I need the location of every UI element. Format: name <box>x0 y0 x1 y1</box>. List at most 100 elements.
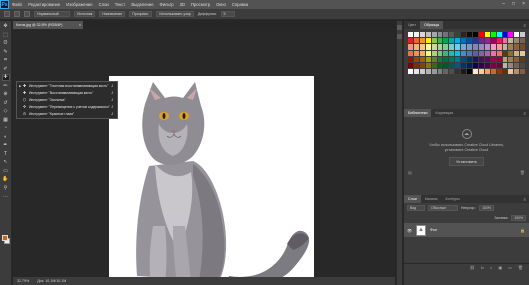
color-swatch[interactable] <box>431 38 437 44</box>
color-swatch[interactable] <box>413 38 419 44</box>
layer-mask-icon[interactable]: ▣ <box>498 265 502 270</box>
library-list-icon[interactable]: ▤ <box>408 170 412 175</box>
panel-menu-icon[interactable]: ≡ <box>524 109 526 117</box>
history-brush-tool-icon[interactable]: ↺ <box>2 99 10 106</box>
blur-tool-icon[interactable]: ◔ <box>2 125 10 132</box>
color-swatch[interactable] <box>419 50 425 56</box>
color-swatch[interactable] <box>425 38 431 44</box>
maximize-button[interactable]: □ <box>512 1 515 7</box>
color-swatch[interactable] <box>443 32 449 38</box>
color-swatch[interactable] <box>455 62 461 69</box>
mode-select[interactable]: Нормальный <box>34 11 70 17</box>
color-swatch[interactable] <box>496 44 502 50</box>
color-swatch[interactable] <box>472 69 478 75</box>
use-pattern-button[interactable]: Использовать узор <box>156 11 194 17</box>
menu-help[interactable]: Справка <box>229 2 251 7</box>
color-swatch[interactable] <box>437 44 443 50</box>
color-swatch[interactable] <box>502 44 508 50</box>
color-swatch[interactable] <box>437 69 443 75</box>
color-swatch[interactable] <box>455 44 461 50</box>
color-swatch[interactable] <box>419 62 425 69</box>
color-swatch[interactable] <box>520 62 526 69</box>
color-swatch[interactable] <box>449 38 455 44</box>
lasso-tool-icon[interactable]: ʘ <box>2 40 10 47</box>
panel-menu-icon[interactable]: ≡ <box>524 195 526 203</box>
tab-libraries[interactable]: Библиотеки <box>404 109 432 117</box>
color-swatch[interactable] <box>449 69 455 75</box>
link-layers-icon[interactable]: ⛓ <box>470 265 475 270</box>
color-swatch[interactable] <box>413 44 419 50</box>
color-swatch[interactable] <box>490 69 496 75</box>
color-swatch[interactable] <box>413 50 419 56</box>
color-swatch[interactable] <box>496 38 502 44</box>
trash-icon[interactable]: 🗑 <box>520 170 525 175</box>
layer-kind-filter[interactable]: Вид <box>407 205 425 211</box>
color-swatch[interactable] <box>496 56 502 62</box>
color-swatch[interactable] <box>490 32 496 38</box>
color-swatch[interactable] <box>419 56 425 62</box>
color-swatch[interactable] <box>437 38 443 44</box>
color-swatch[interactable] <box>467 56 472 62</box>
foreground-color-swatch[interactable] <box>2 235 8 241</box>
color-swatch[interactable] <box>490 62 496 69</box>
flyout-item-patch[interactable]: ⬡ Инструмент "Заплатка" J <box>17 96 117 103</box>
color-swatch[interactable] <box>484 69 490 75</box>
menu-edit[interactable]: Редактирование <box>25 2 63 7</box>
color-swatch[interactable] <box>431 69 437 75</box>
color-swatch[interactable] <box>461 69 467 75</box>
color-swatch[interactable] <box>408 32 413 38</box>
gradient-tool-icon[interactable]: ▦ <box>2 116 10 123</box>
color-swatch[interactable] <box>467 50 472 56</box>
menu-window[interactable]: Окно <box>213 2 229 7</box>
color-swatch[interactable] <box>425 69 431 75</box>
zoom-level[interactable]: 32,79% <box>17 279 29 283</box>
color-swatch[interactable] <box>520 69 526 75</box>
layer-style-icon[interactable]: fx <box>481 265 484 270</box>
type-tool-icon[interactable]: T <box>2 150 10 157</box>
blend-mode-select[interactable]: Обычные <box>428 205 458 211</box>
color-swatch[interactable] <box>514 69 520 75</box>
eraser-tool-icon[interactable]: ◇ <box>2 108 10 115</box>
color-swatch[interactable] <box>461 44 467 50</box>
color-swatch[interactable] <box>484 62 490 69</box>
menu-select[interactable]: Выделение <box>128 2 156 7</box>
color-swatch[interactable] <box>461 32 467 38</box>
color-swatch[interactable] <box>496 69 502 75</box>
clone-stamp-tool-icon[interactable]: ⊕ <box>2 91 10 98</box>
color-swatch[interactable] <box>425 32 431 38</box>
tool-preset-picker[interactable] <box>4 11 10 17</box>
color-swatch[interactable] <box>490 38 496 44</box>
shape-tool-icon[interactable]: ▭ <box>2 167 10 174</box>
brush-tool-icon[interactable]: ✏ <box>2 82 10 89</box>
pen-tool-icon[interactable]: ✒ <box>2 142 10 149</box>
color-swatch[interactable] <box>461 62 467 69</box>
color-swatch[interactable] <box>502 32 508 38</box>
color-swatch[interactable] <box>472 44 478 50</box>
color-swatch[interactable] <box>408 69 413 75</box>
color-swatch[interactable] <box>437 32 443 38</box>
color-swatch[interactable] <box>514 50 520 56</box>
color-swatch[interactable] <box>419 69 425 75</box>
color-swatch[interactable] <box>455 32 461 38</box>
close-document-icon[interactable]: × <box>79 23 81 27</box>
menu-filter[interactable]: Фильтр <box>157 2 177 7</box>
color-swatch[interactable] <box>443 44 449 50</box>
color-swatch[interactable] <box>484 44 490 50</box>
color-swatch[interactable] <box>413 62 419 69</box>
color-swatch[interactable] <box>461 50 467 56</box>
color-swatch[interactable] <box>508 69 514 75</box>
menu-file[interactable]: Файл <box>9 2 25 7</box>
color-swatch[interactable] <box>484 38 490 44</box>
color-swatch[interactable] <box>431 44 437 50</box>
dodge-tool-icon[interactable]: ◐ <box>2 133 10 140</box>
color-swatch[interactable] <box>508 62 514 69</box>
color-swatch[interactable] <box>413 56 419 62</box>
color-swatch[interactable] <box>408 38 413 44</box>
color-swatch[interactable] <box>490 56 496 62</box>
color-swatch[interactable] <box>502 56 508 62</box>
color-swatch[interactable] <box>413 32 419 38</box>
color-swatch[interactable] <box>520 56 526 62</box>
tab-adjustments[interactable]: Коррекция <box>431 109 457 117</box>
color-swatch[interactable] <box>472 32 478 38</box>
color-swatch[interactable] <box>408 50 413 56</box>
